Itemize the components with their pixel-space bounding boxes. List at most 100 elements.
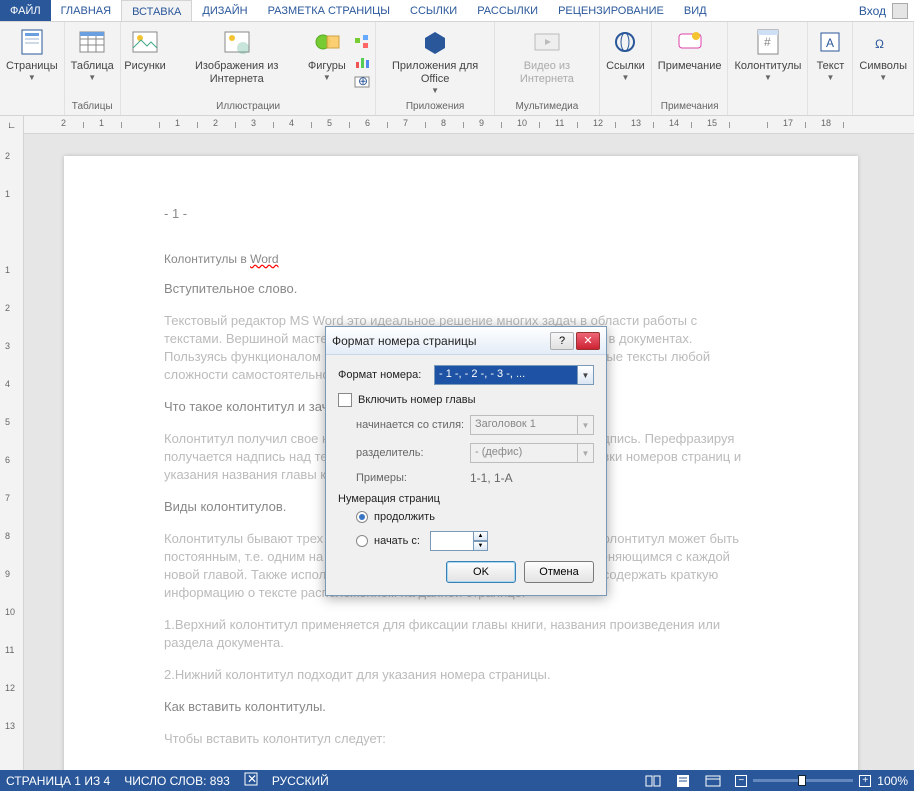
dialog-title: Формат номера страницы bbox=[332, 334, 548, 348]
continue-radio[interactable] bbox=[356, 511, 368, 523]
online-pictures-button[interactable]: Изображения из Интернета bbox=[169, 24, 304, 99]
doc-p1: Вступительное слово. bbox=[164, 280, 758, 298]
tab-mailings[interactable]: РАССЫЛКИ bbox=[467, 0, 548, 21]
separator-label: разделитель: bbox=[356, 447, 470, 459]
horizontal-ruler[interactable]: ∟ 211234567891011121314151718 bbox=[0, 116, 914, 134]
shapes-label: Фигуры bbox=[308, 60, 346, 73]
apps-button[interactable]: Приложения для Office▼ bbox=[376, 24, 493, 99]
video-label: Видео из Интернета bbox=[501, 60, 593, 86]
status-language[interactable]: РУССКИЙ bbox=[272, 774, 329, 788]
shapes-button[interactable]: Фигуры▼ bbox=[304, 24, 349, 99]
chevron-down-icon[interactable]: ▼ bbox=[578, 365, 594, 385]
ribbon-tabs: ФАЙЛ ГЛАВНАЯ ВСТАВКА ДИЗАЙН РАЗМЕТКА СТР… bbox=[0, 0, 914, 22]
pictures-label: Рисунки bbox=[124, 60, 166, 73]
pictures-button[interactable]: Рисунки bbox=[121, 24, 169, 99]
web-layout-icon[interactable] bbox=[705, 774, 721, 788]
illustrations-group-label: Иллюстрации bbox=[121, 99, 376, 115]
video-icon bbox=[531, 26, 563, 58]
status-page[interactable]: СТРАНИЦА 1 ИЗ 4 bbox=[6, 774, 110, 788]
doc-title-word: Word bbox=[250, 252, 278, 266]
include-chapter-checkbox[interactable] bbox=[338, 393, 352, 407]
text-label: Текст bbox=[817, 60, 845, 73]
tab-page-layout[interactable]: РАЗМЕТКА СТРАНИЦЫ bbox=[258, 0, 400, 21]
table-label: Таблица bbox=[71, 60, 114, 73]
tables-group-label: Таблицы bbox=[65, 99, 120, 115]
online-video-button: Видео из Интернета bbox=[495, 24, 599, 99]
tab-review[interactable]: РЕЦЕНЗИРОВАНИЕ bbox=[548, 0, 674, 21]
cancel-button[interactable]: Отмена bbox=[524, 561, 594, 583]
apps-label: Приложения для Office bbox=[382, 60, 487, 86]
symbols-button[interactable]: Ω Символы▼ bbox=[853, 24, 913, 99]
doc-p10: Чтобы вставить колонтитул следует: bbox=[164, 730, 758, 748]
comment-icon bbox=[674, 26, 706, 58]
spellcheck-icon[interactable]: ✕ bbox=[244, 772, 258, 789]
links-button[interactable]: Ссылки▼ bbox=[600, 24, 651, 99]
zoom-slider[interactable] bbox=[753, 779, 853, 782]
links-label: Ссылки bbox=[606, 60, 645, 73]
start-style-combo: Заголовок 1 ▼ bbox=[470, 415, 594, 435]
zoom-in-button[interactable]: + bbox=[859, 775, 871, 787]
tab-insert[interactable]: ВСТАВКА bbox=[121, 0, 192, 21]
page-number-format-dialog: Формат номера страницы ? ✕ Формат номера… bbox=[325, 326, 607, 596]
spinner-up-icon[interactable]: ▲ bbox=[474, 531, 488, 541]
tab-view[interactable]: ВИД bbox=[674, 0, 717, 21]
table-button[interactable]: Таблица▼ bbox=[65, 24, 120, 99]
tab-file[interactable]: ФАЙЛ bbox=[0, 0, 51, 21]
symbols-icon: Ω bbox=[867, 26, 899, 58]
ok-button[interactable]: OK bbox=[446, 561, 516, 583]
dialog-close-button[interactable]: ✕ bbox=[576, 332, 600, 350]
chevron-down-icon: ▼ bbox=[578, 415, 594, 435]
svg-text:⊕: ⊕ bbox=[358, 74, 368, 88]
comments-group-label: Примечания bbox=[652, 99, 728, 115]
spinner-down-icon[interactable]: ▼ bbox=[474, 541, 488, 551]
tab-home[interactable]: ГЛАВНАЯ bbox=[51, 0, 121, 21]
tab-selector-icon[interactable]: ∟ bbox=[0, 116, 24, 134]
start-style-label: начинается со стиля: bbox=[356, 419, 470, 431]
header-footer-button[interactable]: # Колонтитулы▼ bbox=[728, 24, 807, 99]
start-at-field[interactable] bbox=[430, 531, 474, 551]
pictures-icon bbox=[129, 26, 161, 58]
smartart-icon[interactable] bbox=[353, 33, 371, 51]
zoom-thumb[interactable] bbox=[798, 775, 806, 786]
doc-p7: 1.Верхний колонтитул применяется для фик… bbox=[164, 616, 758, 652]
screenshot-icon[interactable]: ⊕ bbox=[353, 73, 371, 91]
shapes-icon bbox=[311, 26, 343, 58]
svg-text:✕: ✕ bbox=[247, 772, 257, 786]
print-layout-icon[interactable] bbox=[675, 774, 691, 788]
read-mode-icon[interactable] bbox=[645, 774, 661, 788]
status-bar: СТРАНИЦА 1 ИЗ 4 ЧИСЛО СЛОВ: 893 ✕ РУССКИ… bbox=[0, 770, 914, 791]
symbols-label: Символы bbox=[859, 60, 907, 73]
chart-icon[interactable] bbox=[353, 53, 371, 71]
text-button[interactable]: A Текст▼ bbox=[808, 24, 852, 99]
dialog-titlebar[interactable]: Формат номера страницы ? ✕ bbox=[326, 327, 606, 355]
apps-group-label: Приложения bbox=[376, 99, 493, 115]
pages-label: Страницы bbox=[6, 60, 58, 73]
vertical-ruler[interactable]: 2112345678910111213 bbox=[0, 134, 24, 770]
examples-label: Примеры: bbox=[356, 472, 470, 484]
number-format-combo[interactable]: - 1 -, - 2 -, - 3 -, ... ▼ bbox=[434, 365, 594, 385]
online-pictures-icon bbox=[221, 26, 253, 58]
dialog-help-button[interactable]: ? bbox=[550, 332, 574, 350]
tab-design[interactable]: ДИЗАЙН bbox=[192, 0, 257, 21]
user-avatar-icon[interactable] bbox=[892, 3, 908, 19]
svg-text:Ω: Ω bbox=[875, 37, 884, 51]
start-at-radio[interactable] bbox=[356, 535, 368, 547]
number-format-label: Формат номера: bbox=[338, 369, 434, 381]
pages-button[interactable]: Страницы▼ bbox=[0, 24, 64, 99]
sign-in-link[interactable]: Вход bbox=[859, 4, 886, 18]
doc-p9: Как вставить колонтитулы. bbox=[164, 698, 758, 716]
header-footer-label: Колонтитулы bbox=[734, 60, 801, 73]
tab-references[interactable]: ССЫЛКИ bbox=[400, 0, 467, 21]
apps-icon bbox=[419, 26, 451, 58]
media-group-label: Мультимедиа bbox=[495, 99, 599, 115]
comment-button[interactable]: Примечание bbox=[652, 24, 728, 99]
page-header-number: - 1 - bbox=[164, 206, 758, 221]
zoom-out-button[interactable]: − bbox=[735, 775, 747, 787]
numbering-group-label: Нумерация страниц bbox=[338, 493, 594, 505]
doc-title-prefix: Колонтитулы в bbox=[164, 252, 250, 266]
zoom-value[interactable]: 100% bbox=[877, 774, 908, 788]
zoom-control: − + 100% bbox=[735, 774, 908, 788]
status-words[interactable]: ЧИСЛО СЛОВ: 893 bbox=[124, 774, 230, 788]
online-pictures-label: Изображения из Интернета bbox=[175, 60, 298, 86]
separator-combo: - (дефис) ▼ bbox=[470, 443, 594, 463]
